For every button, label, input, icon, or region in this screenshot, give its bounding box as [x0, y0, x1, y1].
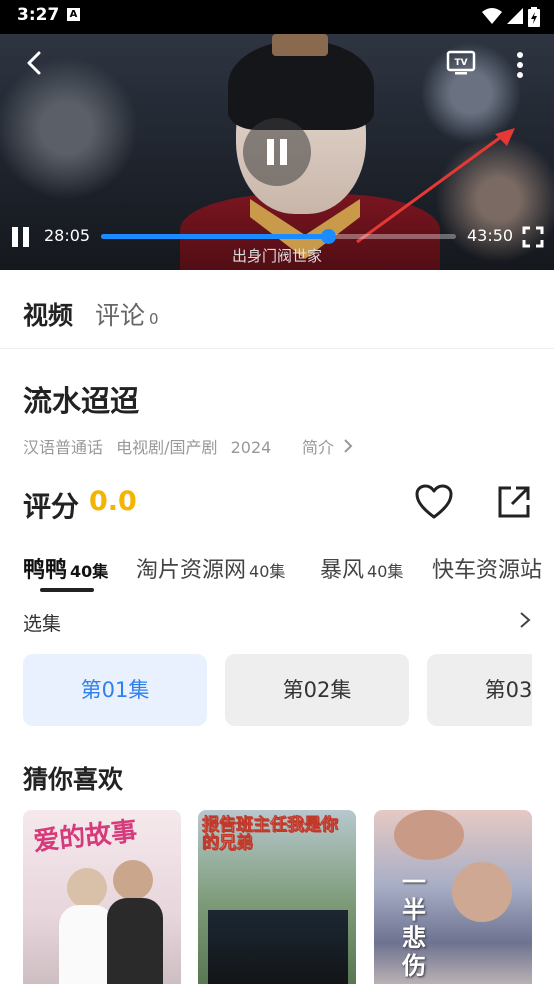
source-count: 40集 — [70, 562, 109, 581]
source-tab-baofeng[interactable]: 暴风 40集 — [320, 552, 403, 584]
wifi-icon — [482, 8, 502, 24]
source-count: 40集 — [249, 562, 286, 581]
tv-cast-icon[interactable]: TV — [446, 50, 476, 76]
poster-card[interactable]: 一半悲伤 — [374, 810, 532, 984]
source-name: 快车资源站 — [432, 558, 543, 583]
episode-item[interactable]: 第01集 — [23, 654, 207, 726]
poster-card[interactable]: 爱的故事 — [23, 810, 181, 984]
progress-fill — [101, 234, 329, 239]
show-title: 流水迢迢 — [23, 384, 140, 418]
intro-label: 简介 — [302, 438, 335, 457]
source-tab-kuaiche[interactable]: 快车资源站 — [432, 552, 542, 584]
poster-figure — [59, 905, 114, 984]
score-value: 0.0 — [89, 486, 137, 517]
share-icon[interactable] — [496, 484, 532, 520]
source-tab-yaya[interactable]: 鸭鸭 40集 — [23, 552, 108, 584]
active-source-indicator — [40, 588, 94, 592]
source-name: 暴风 — [320, 558, 365, 583]
video-frame-crown — [272, 34, 328, 56]
episode-item[interactable]: 第03集 — [427, 654, 532, 726]
tab-video[interactable]: 视频 — [23, 296, 73, 332]
meta-genre: 电视剧/国产剧 — [116, 438, 218, 457]
poster-figure — [394, 810, 464, 860]
source-count: 40集 — [367, 562, 404, 581]
status-bar: 3:27 A — [0, 0, 554, 34]
signal-icon — [507, 8, 523, 24]
video-subtitle: 出身门阀世家 — [231, 247, 322, 265]
progress-bar[interactable] — [101, 229, 456, 244]
chevron-right-icon[interactable] — [518, 611, 532, 629]
total-time: 43:50 — [467, 226, 514, 245]
more-vert-icon[interactable] — [509, 50, 531, 80]
current-time: 28:05 — [44, 226, 91, 245]
detail-tabs: 视频 评论 0 — [0, 270, 554, 349]
center-pause-button[interactable] — [243, 118, 311, 186]
poster-title: 一半悲伤 — [402, 868, 426, 980]
comment-count: 0 — [149, 310, 159, 328]
tab-comment[interactable]: 评论 0 — [95, 296, 159, 332]
chevron-right-icon — [344, 439, 353, 453]
back-icon[interactable] — [20, 48, 50, 78]
meta-year: 2024 — [230, 438, 272, 457]
app-notification-icon: A — [67, 8, 80, 21]
recommend-label: 猜你喜欢 — [23, 765, 124, 794]
poster-title: 报告班主任我是你的兄弟 — [202, 815, 339, 853]
poster-figure — [113, 860, 153, 900]
poster-figure — [452, 862, 512, 922]
intro-link[interactable]: 简介 — [302, 434, 353, 458]
video-player[interactable]: TV 28:05 43:50 出身门阀世家 — [0, 34, 554, 270]
episodes-label: 选集 — [23, 613, 62, 635]
show-meta: 汉语普通话 电视剧/国产剧 2024 — [23, 434, 279, 458]
score-label: 评分 — [23, 490, 80, 523]
svg-text:TV: TV — [454, 58, 467, 68]
favorite-heart-icon[interactable] — [415, 484, 453, 520]
poster-card[interactable]: 报告班主任我是你的兄弟 — [198, 810, 356, 984]
poster-figure — [107, 898, 163, 984]
poster-title: 爱的故事 — [31, 816, 139, 858]
status-icons — [482, 7, 540, 27]
source-tabs: 鸭鸭 40集 淘片资源网 40集 暴风 40集 快车资源站 — [0, 552, 554, 592]
progress-knob[interactable] — [321, 229, 337, 244]
battery-icon — [528, 7, 540, 27]
status-time: 3:27 — [17, 5, 60, 25]
episode-item[interactable]: 第02集 — [225, 654, 409, 726]
tab-comment-label: 评论 — [95, 301, 146, 330]
poster-figure — [208, 910, 348, 984]
poster-figure — [67, 868, 107, 908]
recommend-list: 爱的故事 报告班主任我是你的兄弟 一半悲伤 — [0, 810, 554, 984]
episode-list: 第01集 第02集 第03集 — [0, 654, 532, 728]
source-name: 淘片资源网 — [136, 558, 247, 583]
source-name: 鸭鸭 — [23, 558, 68, 583]
meta-language: 汉语普通话 — [23, 438, 104, 457]
source-tab-taopian[interactable]: 淘片资源网 40集 — [136, 552, 285, 584]
